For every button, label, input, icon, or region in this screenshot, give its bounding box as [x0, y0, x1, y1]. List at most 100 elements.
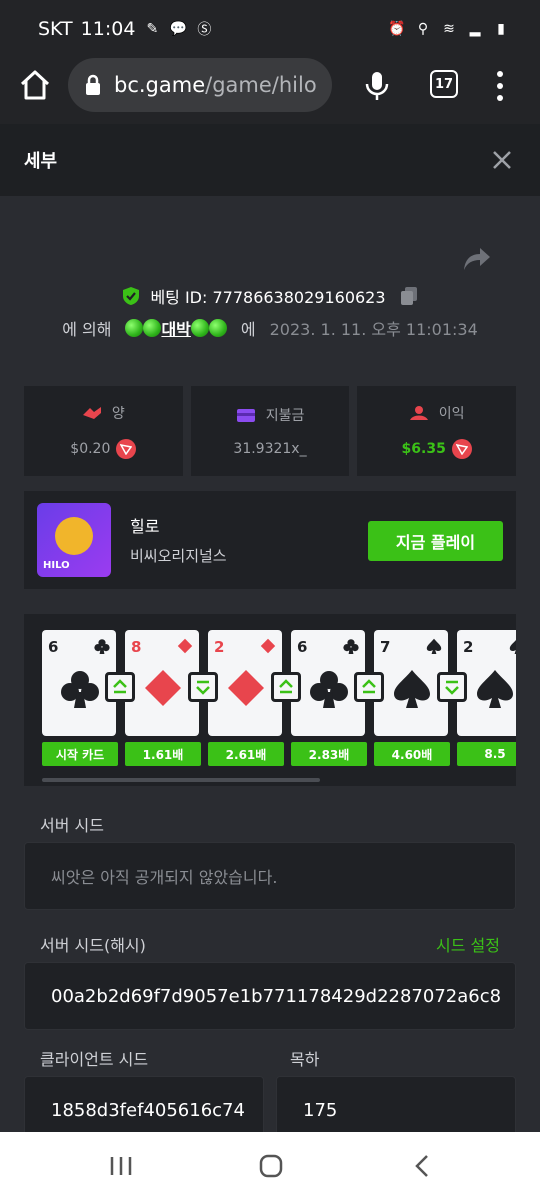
alarm-icon: ⏰ — [388, 21, 406, 37]
game-provider: 비씨오리지널스 — [130, 547, 227, 565]
signal-icon: ▂ — [469, 21, 481, 37]
server-seed-label: 서버 시드 — [40, 816, 104, 835]
higher-arrow-icon — [271, 672, 301, 702]
close-icon[interactable] — [492, 150, 512, 170]
game-name: 힐로 — [130, 517, 160, 536]
thumbnail-label: HILO — [43, 560, 70, 571]
talk-icon: 💬 — [169, 21, 188, 37]
spade-icon — [509, 639, 516, 654]
url-path: /game/hilo — [205, 73, 317, 97]
tabs-button[interactable]: 17 — [430, 70, 458, 98]
diamond-icon — [145, 670, 181, 706]
card-rank: 6 — [297, 638, 308, 656]
stat-amount: 양 $0.20 — [24, 386, 183, 476]
higher-arrow-icon — [354, 672, 384, 702]
card-multiplier: 시작 카드 — [42, 742, 118, 766]
set-seed-link[interactable]: 시드 설정 — [436, 932, 500, 956]
card-rank: 2 — [463, 638, 474, 656]
club-icon — [94, 639, 110, 654]
card-multiplier: 2.83배 — [291, 742, 367, 766]
location-icon: ⚲ — [417, 21, 429, 37]
card-multiplier: 4.60배 — [374, 742, 450, 766]
card-rank: 8 — [131, 638, 142, 656]
bet-stats: 양 $0.20 지불금 31.9321x_ 이익 $6.35 — [24, 386, 517, 476]
diamond-icon — [177, 638, 193, 654]
more-menu-icon[interactable] — [492, 68, 508, 104]
stat-amount-value: $0.20 — [70, 441, 111, 457]
server-seed-field[interactable]: 씨앗은 아직 공개되지 않았습니다. — [24, 842, 516, 910]
mascot-icon — [55, 517, 93, 555]
bet-id-row: 베팅 ID: 77786638029160623 — [0, 284, 540, 308]
recent-apps-icon[interactable] — [108, 1154, 134, 1178]
diamond-icon — [228, 670, 264, 706]
carrier-label: SKT — [38, 18, 73, 40]
spade-icon — [394, 670, 430, 708]
green-ball-icon — [208, 319, 227, 337]
browser-toolbar: bc.game/game/hilo 17 — [0, 58, 540, 124]
system-nav-bar — [0, 1132, 540, 1200]
card-multiplier: 1.61배 — [125, 742, 201, 766]
game-card: HILO 힐로 비씨오리지널스 지금 플레이 — [24, 491, 516, 589]
trx-coin-icon — [116, 439, 137, 459]
game-thumbnail[interactable]: HILO — [37, 503, 111, 577]
spade-icon — [426, 638, 442, 654]
on-word: 에 — [240, 320, 256, 339]
server-seed-hash-label: 서버 시드(해시) — [40, 936, 146, 955]
lower-arrow-icon — [188, 672, 218, 702]
club-icon — [343, 639, 359, 654]
lock-icon — [86, 74, 100, 95]
green-ball-icon — [143, 319, 162, 337]
diamond-icon — [260, 638, 276, 654]
url-bar[interactable]: bc.game/game/hilo — [68, 58, 332, 112]
green-ball-icon — [125, 319, 144, 337]
stat-payout: 지불금 31.9321x_ — [190, 386, 350, 476]
status-bar: SKT 11:04 ✎ 💬 Ⓢ ⏰ ⚲ ≋ ▂ ▮ — [0, 0, 540, 58]
bet-timestamp: 2023. 1. 11. 오후 11:01:34 — [269, 320, 478, 339]
bet-byline: 에 의해 대박 에 2023. 1. 11. 오후 11:01:34 — [0, 316, 540, 340]
wifi-icon: ≋ — [443, 21, 455, 37]
stat-profit-value: $6.35 — [401, 441, 446, 457]
card-rank: 6 — [48, 638, 59, 656]
s-icon: Ⓢ — [197, 22, 212, 38]
home-button-icon[interactable] — [258, 1154, 284, 1178]
url-domain: bc.game — [114, 73, 206, 97]
battery-icon: ▮ — [497, 21, 505, 37]
home-icon[interactable] — [18, 68, 52, 102]
share-icon[interactable] — [462, 246, 492, 272]
card-multiplier: 2.61배 — [208, 742, 284, 766]
stat-profit-label: 이익 — [438, 406, 465, 422]
back-icon[interactable] — [410, 1154, 436, 1178]
profit-icon — [409, 406, 428, 420]
bet-id: 베팅 ID: 77786638029160623 — [150, 288, 386, 307]
card-history[interactable]: 6 시작 카드 8 1.61배 2 2.61배 6 2.83배 7 4.60배 2 8.5 — [24, 614, 516, 786]
card-rank: 7 — [380, 638, 391, 656]
club-icon — [61, 671, 99, 708]
stat-amount-label: 양 — [111, 406, 125, 422]
stat-payout-value: 31.9321x_ — [233, 441, 307, 457]
shield-check-icon — [123, 287, 140, 305]
page-title: 세부 — [24, 151, 58, 172]
bet-icon — [82, 407, 101, 419]
bet-details-panel: 베팅 ID: 77786638029160623 에 의해 대박 에 2023.… — [0, 196, 540, 1144]
username: 대박 — [161, 320, 191, 339]
higher-arrow-icon — [105, 672, 135, 702]
horizontal-scrollbar[interactable] — [42, 778, 320, 782]
client-seed-label: 클라이언트 시드 — [40, 1050, 149, 1069]
play-now-button[interactable]: 지금 플레이 — [368, 521, 503, 561]
username-link[interactable]: 대박 — [125, 316, 227, 340]
server-seed-hash-field[interactable]: 00a2b2d69f7d9057e1b771178429d2287072a6c8 — [24, 962, 516, 1030]
spade-icon — [477, 670, 513, 708]
clock: 11:04 — [80, 18, 136, 40]
green-ball-icon — [190, 319, 209, 337]
stat-profit: 이익 $6.35 — [357, 386, 517, 476]
club-icon — [310, 671, 348, 708]
notification-icon: ✎ — [146, 21, 159, 37]
mic-icon[interactable] — [364, 70, 390, 102]
lower-arrow-icon — [437, 672, 467, 702]
by-prefix: 에 의해 — [62, 320, 112, 339]
stat-payout-label: 지불금 — [265, 408, 305, 424]
copy-icon[interactable] — [400, 286, 418, 306]
details-header: 세부 — [0, 124, 540, 196]
card-rank: 2 — [214, 638, 225, 656]
card-multiplier: 8.5 — [457, 742, 516, 766]
